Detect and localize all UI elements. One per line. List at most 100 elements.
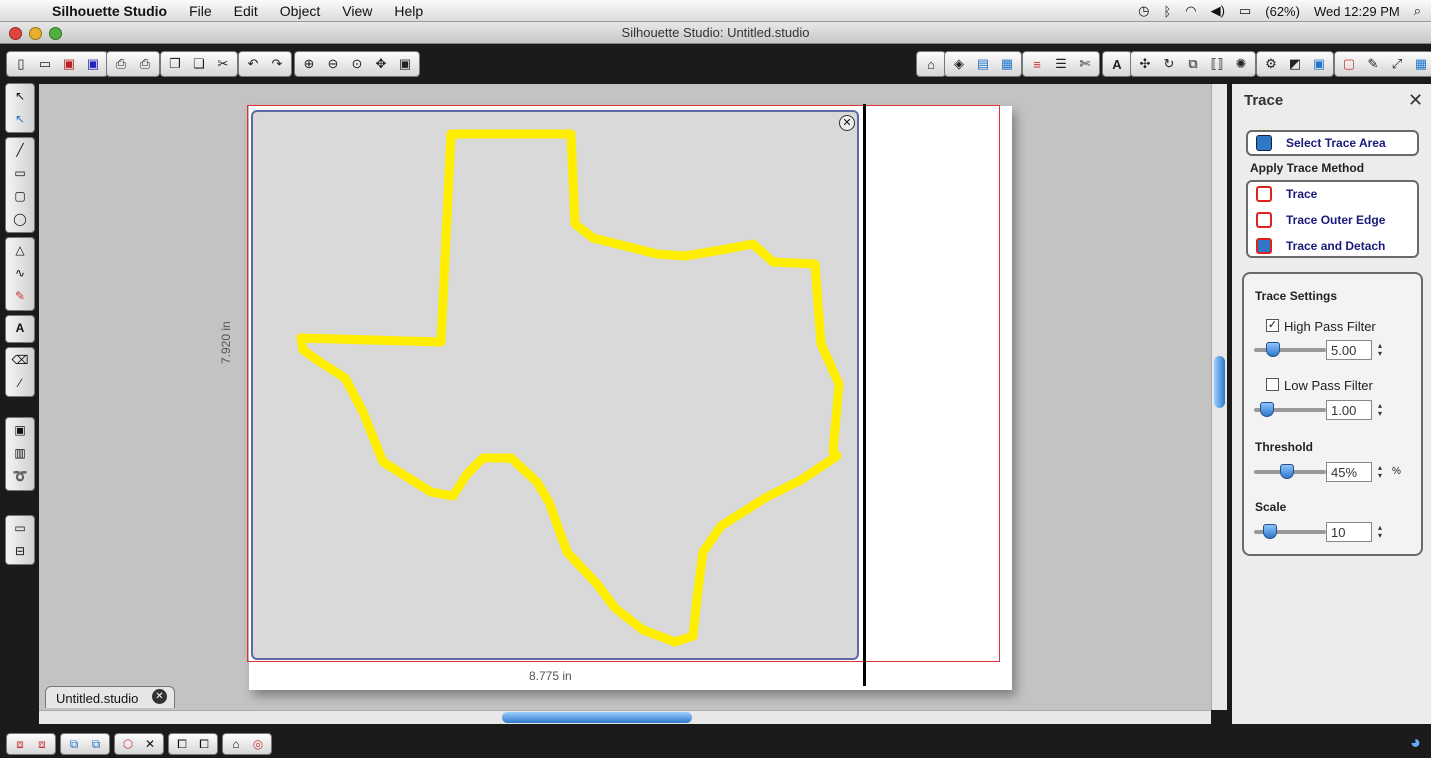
vertical-scroll-thumb[interactable] xyxy=(1214,356,1225,408)
make-compound-icon[interactable]: ⧉ xyxy=(63,735,85,753)
trace-and-detach-button[interactable]: Trace and Detach xyxy=(1256,235,1385,257)
zoom-out-icon[interactable]: ⊖ xyxy=(322,54,344,74)
zoom-in-icon[interactable]: ⊕ xyxy=(298,54,320,74)
settings-icon[interactable]: ⚙ xyxy=(1260,54,1282,74)
cut-settings-icon[interactable]: ◩ xyxy=(1284,54,1306,74)
redo-icon[interactable]: ↷ xyxy=(266,54,288,74)
fit-page-icon[interactable]: ▣ xyxy=(394,54,416,74)
design-canvas[interactable]: ✕ 7.920 in 8.775 in xyxy=(39,84,1211,710)
ellipse-tool-icon[interactable]: ◯ xyxy=(9,207,31,230)
battery-icon[interactable]: ▭ xyxy=(1239,3,1251,19)
library-book-icon[interactable]: ▥ xyxy=(9,441,31,464)
cut-style-icon[interactable]: ✄ xyxy=(1074,54,1096,74)
polygon-tool-icon[interactable]: △ xyxy=(9,238,31,261)
save-to-library-icon[interactable]: ▣ xyxy=(82,54,104,74)
menu-edit[interactable]: Edit xyxy=(234,3,258,19)
scale-value[interactable]: 10 xyxy=(1326,522,1372,542)
threshold-stepper[interactable]: ▴ ▾ xyxy=(1378,464,1382,480)
trace-button[interactable]: Trace xyxy=(1256,183,1317,205)
trace-area[interactable] xyxy=(251,110,859,660)
page-setup-icon[interactable]: ▣ xyxy=(9,418,31,441)
menu-object[interactable]: Object xyxy=(280,3,320,19)
pattern-icon[interactable]: ▦ xyxy=(996,54,1018,74)
split-view-icon[interactable]: ⊟ xyxy=(9,539,31,562)
undo-icon[interactable]: ↶ xyxy=(242,54,264,74)
offset-small-icon[interactable]: ✕ xyxy=(139,735,161,753)
freehand-icon[interactable]: ✎ xyxy=(9,284,31,307)
print-icon[interactable]: ⎙ xyxy=(110,54,132,74)
minimize-window-button[interactable] xyxy=(29,27,42,40)
low-pass-checkbox[interactable] xyxy=(1266,378,1279,391)
text-tool-icon[interactable]: A xyxy=(9,316,31,339)
lasso-icon[interactable]: ➰ xyxy=(9,464,31,487)
zoom-select-icon[interactable]: ⊙ xyxy=(346,54,368,74)
align-icon[interactable]: ✣ xyxy=(1134,54,1156,74)
save-icon[interactable]: ▣ xyxy=(58,54,80,74)
spotlight-icon[interactable]: ⌕ xyxy=(1414,3,1421,19)
menu-file[interactable]: File xyxy=(189,3,212,19)
threshold-slider[interactable] xyxy=(1254,464,1326,479)
bluetooth-icon[interactable]: ᛒ xyxy=(1163,4,1171,19)
group-icon[interactable]: ⧈ xyxy=(9,735,31,753)
grid-icon[interactable]: ▦ xyxy=(1410,54,1431,74)
rectangle-tool-icon[interactable]: ▭ xyxy=(9,161,31,184)
tab-close-icon[interactable]: ✕ xyxy=(152,689,167,704)
ungroup-icon[interactable]: ⧈ xyxy=(31,735,53,753)
replicate-icon[interactable]: ✺ xyxy=(1230,54,1252,74)
zoom-window-button[interactable] xyxy=(49,27,62,40)
close-window-button[interactable] xyxy=(9,27,22,40)
offset-icon[interactable]: ▢ xyxy=(1338,54,1360,74)
low-pass-value[interactable]: 1.00 xyxy=(1326,400,1372,420)
knife-icon[interactable]: ⁄ xyxy=(9,371,31,394)
open-folder-icon[interactable]: ▭ xyxy=(34,54,56,74)
copy-icon[interactable]: ❐ xyxy=(164,54,186,74)
app-menu[interactable]: Silhouette Studio xyxy=(52,3,167,19)
cut-scissors-icon[interactable]: ✂ xyxy=(212,54,234,74)
edit-points-icon[interactable]: ↖ xyxy=(9,107,31,130)
volume-icon[interactable]: ◀) xyxy=(1211,3,1225,19)
low-pass-slider[interactable] xyxy=(1254,402,1326,417)
trace-outer-edge-button[interactable]: Trace Outer Edge xyxy=(1256,209,1385,231)
tab-untitled[interactable]: Untitled.studio ✕ xyxy=(45,686,175,708)
rounded-rect-icon[interactable]: ▢ xyxy=(9,184,31,207)
single-view-icon[interactable]: ▭ xyxy=(9,516,31,539)
horizontal-scrollbar[interactable] xyxy=(39,710,1211,724)
high-pass-stepper[interactable]: ▴ ▾ xyxy=(1378,342,1382,358)
bring-front-icon[interactable]: ⧠ xyxy=(171,735,193,753)
trace-area-close-icon[interactable]: ✕ xyxy=(839,115,855,131)
fullscreen-icon[interactable]: ⤢ xyxy=(1386,54,1408,74)
print-cut-icon[interactable]: ⎙ xyxy=(134,54,156,74)
pan-icon[interactable]: ✥ xyxy=(370,54,392,74)
scale-stepper[interactable]: ▴ ▾ xyxy=(1378,524,1382,540)
rotate-icon[interactable]: ↻ xyxy=(1158,54,1180,74)
scale-icon[interactable]: ⧉ xyxy=(1182,54,1204,74)
select-arrow-icon[interactable]: ↖ xyxy=(9,84,31,107)
wifi-icon[interactable]: ◠ xyxy=(1185,3,1196,19)
curve-tool-icon[interactable]: ∿ xyxy=(9,261,31,284)
select-trace-area-button[interactable]: Select Trace Area xyxy=(1246,130,1419,156)
menu-help[interactable]: Help xyxy=(394,3,423,19)
horizontal-scroll-thumb[interactable] xyxy=(502,712,692,723)
trace-icon[interactable]: ▣ xyxy=(1308,54,1330,74)
scale-slider-knob[interactable] xyxy=(1262,524,1277,539)
low-pass-slider-knob[interactable] xyxy=(1259,402,1274,417)
clock[interactable]: Wed 12:29 PM xyxy=(1314,4,1400,19)
fill-icon[interactable]: ◈ xyxy=(948,54,970,74)
line-color-icon[interactable]: ≡ xyxy=(1026,54,1048,74)
scale-slider[interactable] xyxy=(1254,524,1326,539)
high-pass-slider-knob[interactable] xyxy=(1265,342,1280,357)
color-wheel-icon[interactable]: ◕ xyxy=(1410,732,1421,753)
library-icon[interactable]: ⌂ xyxy=(920,54,942,74)
sketch-icon[interactable]: ✎ xyxy=(1362,54,1384,74)
high-pass-checkbox[interactable]: ✓ xyxy=(1266,319,1279,332)
threshold-value[interactable]: 45% xyxy=(1326,462,1372,482)
target-icon[interactable]: ◎ xyxy=(247,735,269,753)
panel-close-icon[interactable]: ✕ xyxy=(1408,90,1423,111)
time-machine-icon[interactable]: ◷ xyxy=(1138,3,1149,19)
gradient-icon[interactable]: ▤ xyxy=(972,54,994,74)
threshold-slider-knob[interactable] xyxy=(1280,464,1295,479)
menu-view[interactable]: View xyxy=(342,3,372,19)
release-compound-icon[interactable]: ⧉ xyxy=(85,735,107,753)
move-icon[interactable]: ⟦⟧ xyxy=(1206,54,1228,74)
eraser-icon[interactable]: ⌫ xyxy=(9,348,31,371)
